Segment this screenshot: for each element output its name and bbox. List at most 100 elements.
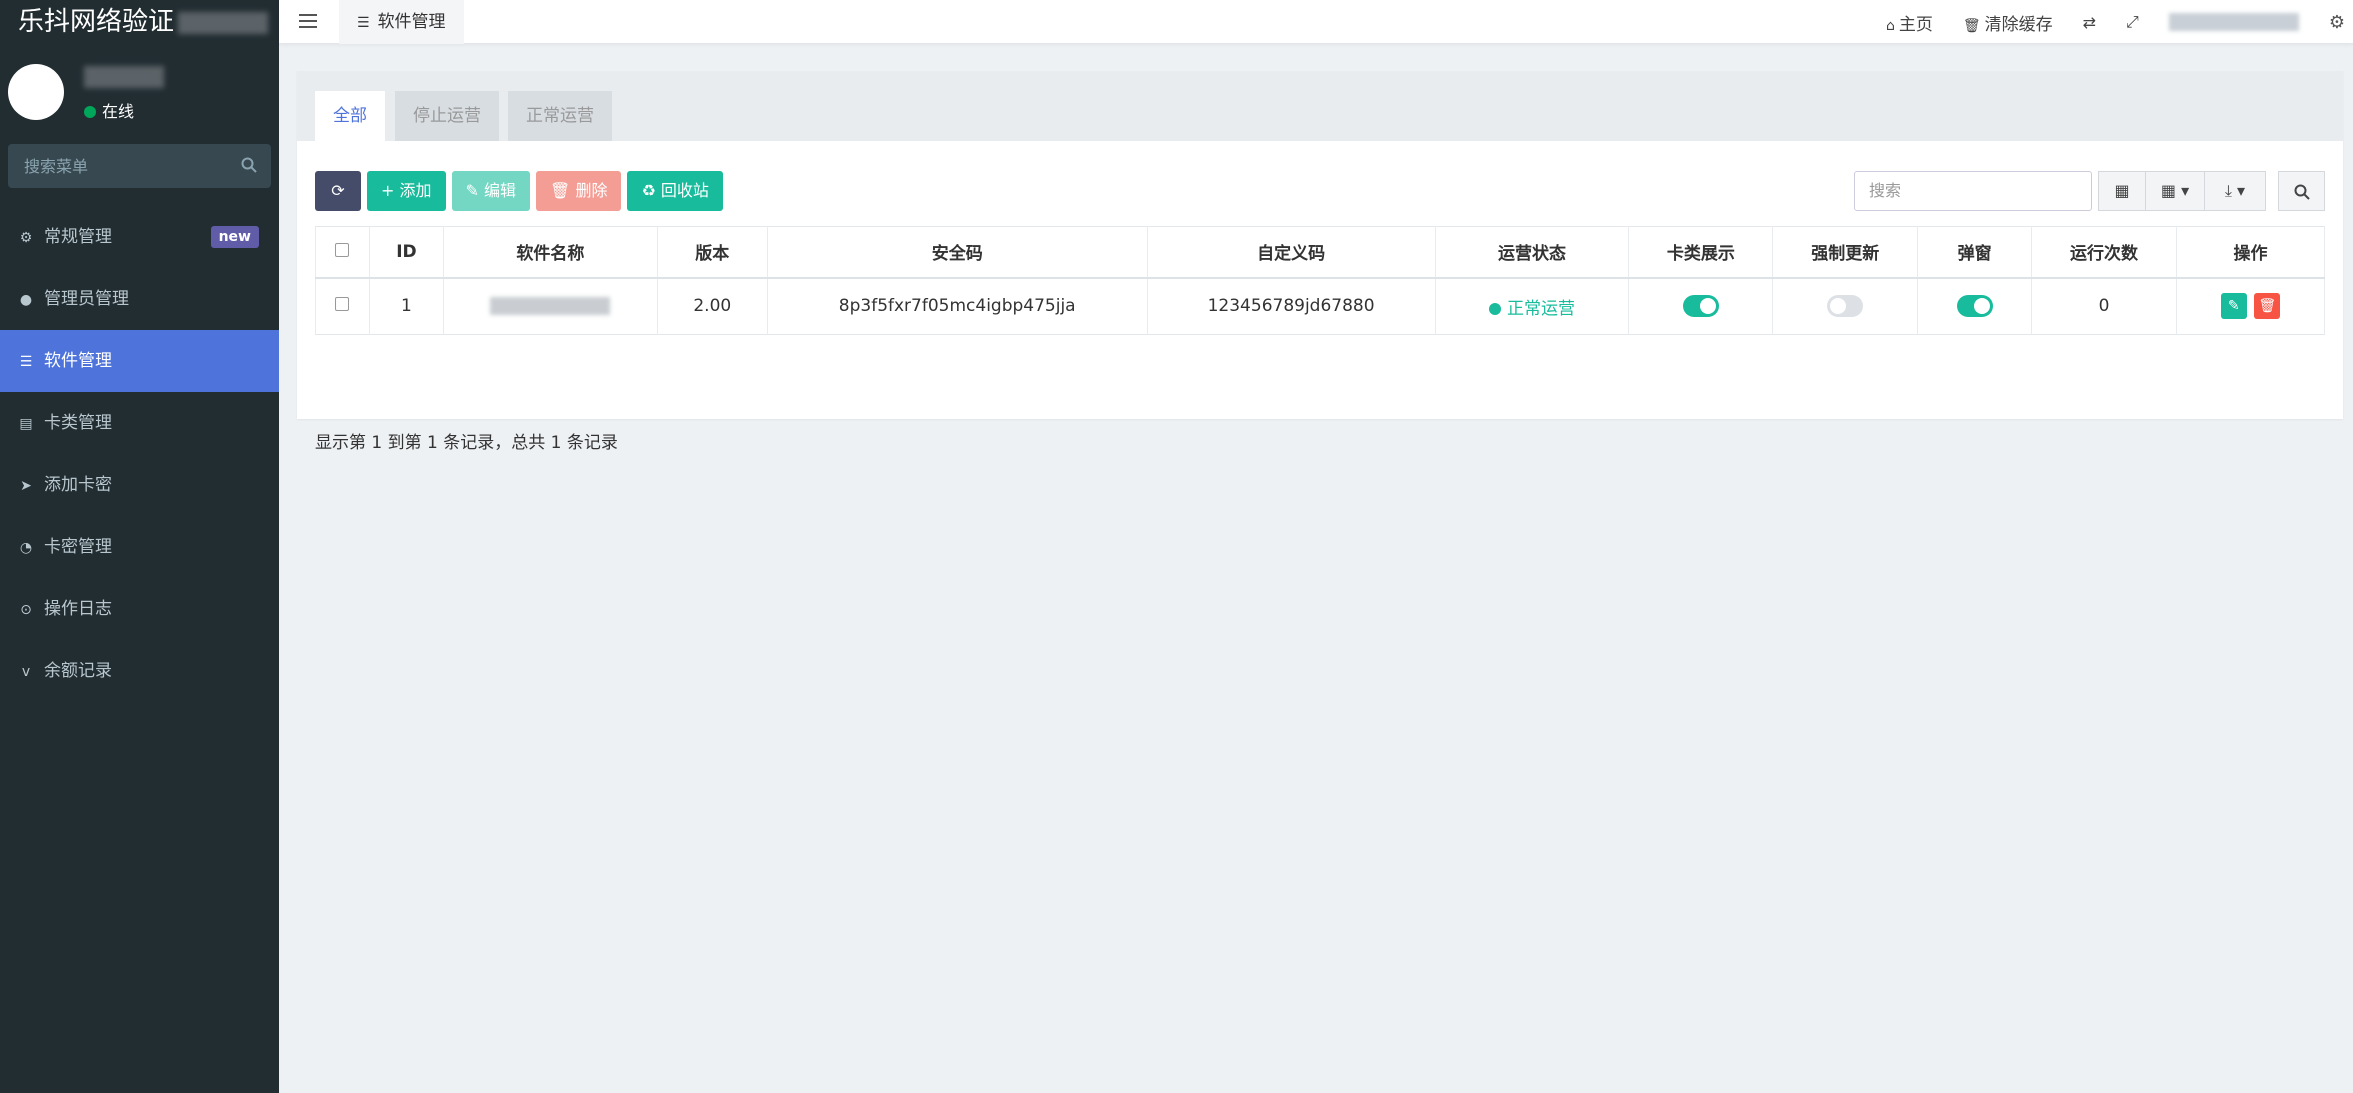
- col-force-update[interactable]: 强制更新: [1772, 226, 1919, 278]
- sidebar-item-admin[interactable]: ● 管理员管理: [0, 268, 279, 330]
- add-button[interactable]: + 添加: [367, 171, 446, 211]
- col-actions: 操作: [2233, 244, 2268, 265]
- plus-icon: +: [381, 181, 400, 200]
- header-user-redacted[interactable]: [2168, 13, 2299, 31]
- app-logo[interactable]: 乐抖网络验证: [0, 0, 279, 44]
- new-badge: new: [210, 226, 259, 248]
- cell-actions: ✎ 🗑: [2177, 278, 2325, 335]
- col-custom-code[interactable]: 自定义码: [1147, 226, 1436, 278]
- table-row[interactable]: 1 2.00 8p3f5fxr7f05mc4igbp475jja 1234567…: [315, 277, 2325, 335]
- status-label: 正常运营: [1506, 298, 1575, 319]
- sidebar-item-card-types[interactable]: ▤ 卡类管理: [0, 392, 279, 454]
- toggle-view-button[interactable]: ▦: [2098, 171, 2146, 211]
- pencil-icon: ✎: [2227, 298, 2240, 315]
- trash-icon: 🗑: [1962, 17, 1981, 34]
- software-name-redacted: [490, 297, 611, 316]
- top-header: ☰ 软件管理 ⌂ 主页 🗑 清除缓存 ⇄ ⤢ ⚙: [279, 0, 2353, 44]
- online-dot-icon: [84, 106, 96, 118]
- table-header-row: ID 软件名称 版本 安全码 自定义码 运营状态 卡类展示 强制更新 弹窗 运行…: [315, 226, 2325, 278]
- cell-popup: [1917, 277, 2033, 335]
- search-icon: [2294, 184, 2310, 200]
- refresh-button[interactable]: ⟳: [315, 171, 361, 211]
- search-icon[interactable]: [241, 157, 257, 173]
- col-status[interactable]: 运营状态: [1435, 226, 1630, 278]
- col-popup[interactable]: 弹窗: [1917, 226, 2033, 278]
- tab-running[interactable]: 正常运营: [508, 91, 612, 141]
- menu-search: [8, 144, 271, 188]
- header-right: ⌂ 主页 🗑 清除缓存 ⇄ ⤢ ⚙: [1886, 0, 2353, 44]
- sidebar-menu: ⚙ 常规管理 new ● 管理员管理 ☰ 软件管理 ▤ 卡类管理 ➤ 添加卡密 ◔ 卡密管理 …: [0, 206, 279, 702]
- col-card-display[interactable]: 卡类展示: [1628, 226, 1774, 278]
- tab-all[interactable]: 全部: [315, 91, 385, 141]
- columns-icon: ▦ ▾: [2160, 181, 2190, 200]
- language-icon[interactable]: ⇄: [2083, 13, 2096, 32]
- recycle-icon: ♻: [641, 181, 661, 200]
- home-link[interactable]: ⌂ 主页: [1886, 10, 1933, 35]
- paper-plane-icon: ➤: [20, 478, 32, 494]
- cell-status[interactable]: 正常运营: [1435, 277, 1630, 335]
- hamburger-icon[interactable]: [297, 10, 319, 32]
- tab-stopped[interactable]: 停止运营: [395, 91, 499, 141]
- cell-security-code: 8p3f5fxr7f05mc4igbp475jja: [767, 277, 1148, 335]
- fullscreen-icon[interactable]: ⤢: [2126, 12, 2139, 32]
- row-delete-button[interactable]: 🗑: [2254, 293, 2281, 320]
- advanced-search-button[interactable]: [2278, 171, 2325, 211]
- edit-button[interactable]: ✎ 编辑: [451, 171, 531, 211]
- sidebar-item-software[interactable]: ☰ 软件管理: [0, 330, 279, 392]
- row-edit-button[interactable]: ✎: [2220, 293, 2247, 320]
- online-status: 在线: [84, 98, 134, 122]
- cell-force-update: [1772, 277, 1919, 335]
- user-name-redacted: [84, 66, 164, 88]
- cell-version: 2.00: [657, 277, 768, 335]
- vimeo-icon: ⅴ: [21, 664, 31, 680]
- card-display-toggle[interactable]: [1682, 295, 1719, 318]
- cell-id: 1: [369, 277, 444, 335]
- columns-dropdown-button[interactable]: ▦ ▾: [2145, 171, 2205, 211]
- card-list-icon: ▤: [19, 416, 33, 432]
- cogs-icon: ⚙: [19, 230, 33, 246]
- trash-icon: 🗑: [2258, 298, 2277, 315]
- toolbar: ⟳ + 添加 ✎ 编辑 🗑 删除 ♻ 回收站: [315, 171, 729, 211]
- pencil-icon: ✎: [465, 181, 485, 200]
- sidebar: 乐抖网络验证 在线 ⚙常规管理new ●管理员管理 ☰软件管理 ▤卡类管理 ➤添…: [0, 0, 279, 1093]
- force-update-toggle[interactable]: [1827, 295, 1864, 318]
- status-tabs: 全部 停止运营 正常运营: [297, 71, 2343, 141]
- col-security-code[interactable]: 安全码: [767, 226, 1148, 278]
- select-all-cell: [315, 226, 370, 278]
- sidebar-item-add-cards[interactable]: ➤ 添加卡密: [0, 454, 279, 516]
- export-dropdown-button[interactable]: ⤓ ▾: [2204, 171, 2266, 211]
- popup-toggle[interactable]: [1956, 295, 1993, 318]
- col-software-name[interactable]: 软件名称: [443, 226, 658, 278]
- delete-button[interactable]: 🗑 删除: [536, 171, 622, 211]
- row-checkbox[interactable]: [335, 297, 350, 312]
- rss-icon: ◔: [19, 540, 33, 556]
- row-select-cell: [315, 277, 370, 335]
- col-version[interactable]: 版本: [657, 226, 768, 278]
- sidebar-item-general[interactable]: ⚙ 常规管理 new: [0, 206, 279, 268]
- select-all-checkbox[interactable]: [335, 242, 350, 257]
- sidebar-item-card-management[interactable]: ◔ 卡密管理: [0, 516, 279, 578]
- table-search-input[interactable]: 搜索: [1854, 171, 2092, 211]
- col-id[interactable]: ID: [369, 226, 444, 278]
- pagination-info: 显示第 1 到第 1 条记录，总共 1 条记录: [315, 433, 618, 453]
- software-table: ID 软件名称 版本 安全码 自定义码 运营状态 卡类展示 强制更新 弹窗 运行…: [315, 226, 2325, 335]
- home-icon: ⌂: [1885, 17, 1895, 34]
- cell-card-display: [1628, 277, 1774, 335]
- col-run-count[interactable]: 运行次数: [2031, 226, 2177, 278]
- card-view-icon: ▦: [2114, 181, 2130, 200]
- sidebar-item-balance[interactable]: ⅴ 余额记录: [0, 640, 279, 702]
- tab-software-management[interactable]: ☰ 软件管理: [339, 0, 464, 44]
- user-panel: 在线: [0, 44, 279, 134]
- gear-icon[interactable]: ⚙: [2329, 12, 2345, 33]
- cell-run-count: 0: [2031, 277, 2177, 335]
- app-title: 乐抖网络验证: [18, 7, 175, 37]
- status-dot-icon: [1488, 302, 1501, 315]
- refresh-icon: ⟳: [331, 181, 345, 200]
- cell-custom-code: 123456789jd67880: [1147, 277, 1436, 335]
- sidebar-item-logs[interactable]: ⊙ 操作日志: [0, 578, 279, 640]
- menu-search-input[interactable]: [8, 144, 271, 188]
- recycle-bin-button[interactable]: ♻ 回收站: [627, 171, 723, 211]
- trash-icon: 🗑: [550, 181, 576, 200]
- clock-icon: ⊙: [20, 602, 32, 618]
- clear-cache-link[interactable]: 🗑 清除缓存: [1963, 10, 2053, 35]
